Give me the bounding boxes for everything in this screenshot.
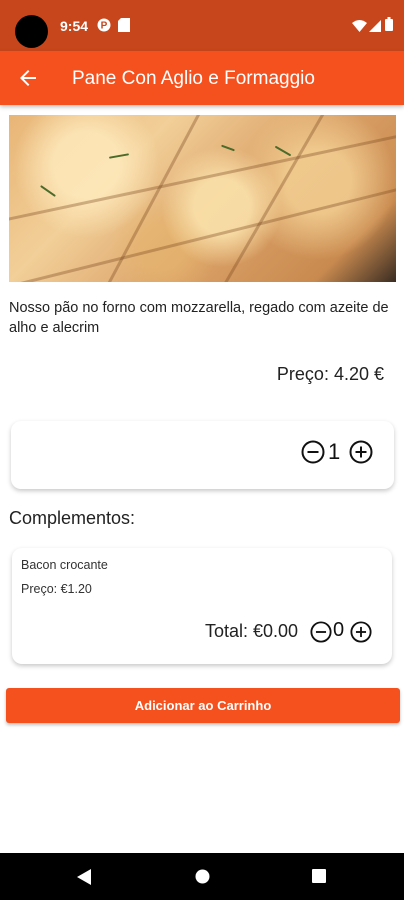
- add-to-cart-button[interactable]: Adicionar ao Carrinho: [6, 688, 400, 723]
- plus-circle-icon[interactable]: [349, 440, 373, 464]
- complement-card: Bacon crocante Preço: €1.20 Total: €0.00…: [12, 548, 392, 664]
- status-bar: 9:54 P: [0, 0, 404, 51]
- back-triangle-icon[interactable]: [77, 869, 91, 890]
- minus-circle-icon[interactable]: [310, 621, 332, 643]
- sd-card-icon: [118, 18, 130, 37]
- product-image: [9, 115, 396, 282]
- home-circle-icon[interactable]: [195, 869, 210, 889]
- pinterest-icon: P: [97, 18, 111, 37]
- battery-icon: [385, 17, 393, 36]
- complement-quantity: 0: [333, 619, 345, 641]
- complement-total: Total: €0.00: [205, 621, 299, 641]
- product-description: Nosso pão no forno com mozzarella, regad…: [9, 300, 389, 336]
- system-nav-bar: [0, 853, 404, 900]
- complement-price: Preço: €1.20: [21, 582, 92, 596]
- complement-name: Bacon crocante: [21, 558, 108, 572]
- product-quantity: 1: [328, 439, 341, 464]
- minus-circle-icon[interactable]: [301, 440, 325, 464]
- arrow-back-icon[interactable]: [16, 66, 40, 90]
- plus-circle-icon[interactable]: [350, 621, 372, 643]
- camera-cutout: [15, 15, 48, 48]
- product-price: Preço: 4.20 €: [276, 364, 384, 384]
- svg-text:P: P: [101, 21, 108, 32]
- recents-square-icon[interactable]: [312, 869, 326, 888]
- page-title: Pane Con Aglio e Formaggio: [72, 68, 315, 89]
- signal-icon: [369, 19, 381, 37]
- complements-heading: Complementos:: [9, 508, 136, 528]
- app-bar: Pane Con Aglio e Formaggio: [0, 51, 404, 105]
- wifi-icon: [352, 19, 367, 37]
- quantity-card: 1: [11, 421, 394, 489]
- status-time: 9:54: [60, 18, 89, 34]
